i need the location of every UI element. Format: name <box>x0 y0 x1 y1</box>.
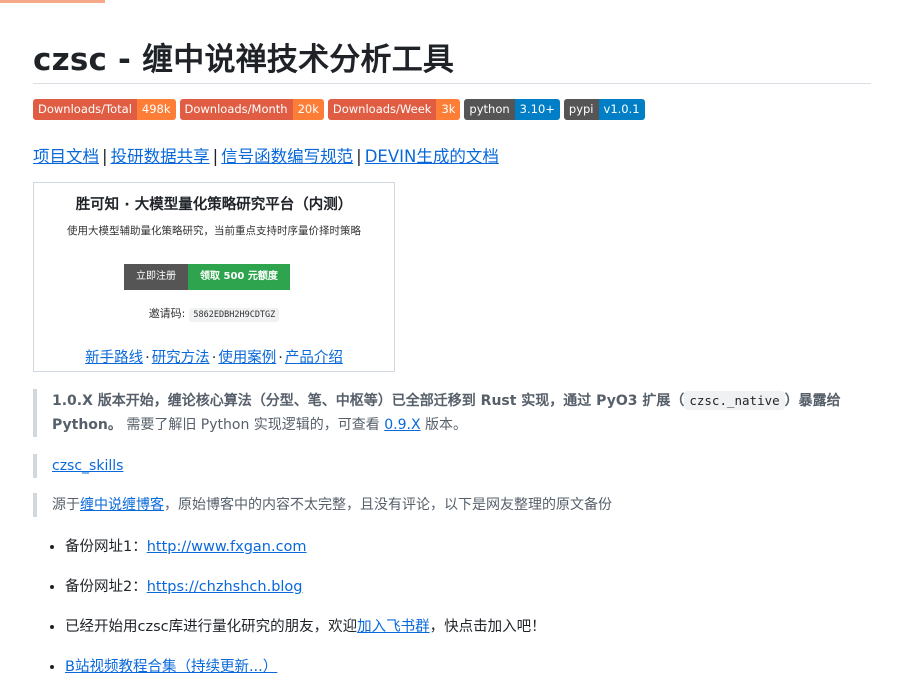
invite-code: 5862EDBH2H9CDTGZ <box>189 308 280 322</box>
link-backup-2[interactable]: https://chzhshch.blog <box>147 579 303 595</box>
badge-downloads-total[interactable]: Downloads/Total 498k <box>33 99 176 120</box>
page-title: czsc - 缠中说禅技术分析工具 <box>33 34 454 79</box>
badge-downloads-week[interactable]: Downloads/Week 3k <box>327 99 461 120</box>
rust-migration-notice: 1.0.X 版本开始，缠论核心算法（分型、笔、中枢等）已全部迁移到 Rust 实… <box>33 389 871 437</box>
link-research-method[interactable]: 研究方法 <box>152 350 210 366</box>
link-dot: · <box>211 350 217 366</box>
card-links: 新手路线 · 研究方法 · 使用案例 · 产品介绍 <box>34 346 394 367</box>
skills-quote: czsc_skills <box>33 454 123 478</box>
link-separator: | <box>102 147 108 166</box>
link-separator: | <box>356 147 362 166</box>
badge-pypi[interactable]: pypi v1.0.1 <box>563 99 645 120</box>
card-title: 胜可知 · 大模型量化策略研究平台（内测） <box>75 197 353 213</box>
link-research-data[interactable]: 投研数据共享 <box>111 147 210 166</box>
source-prefix: 源于 <box>52 497 80 513</box>
notice-tail: 版本。 <box>420 417 467 433</box>
list-item: B站视频教程合集（持续更新...） <box>65 653 546 693</box>
notice-bold-prefix: 1.0.X 版本开始，缠论核心算法（分型、笔、中枢等）已全部迁移到 Rust 实… <box>52 393 685 409</box>
link-blog[interactable]: 缠中说缠博客 <box>80 497 164 513</box>
link-beginner-route[interactable]: 新手路线 <box>85 350 143 366</box>
source-quote: 源于缠中说缠博客，原始博客中的内容不太完整，且没有评论，以下是网友整理的原文备份 <box>33 493 612 517</box>
link-backup-1[interactable]: http://www.fxgan.com <box>147 539 307 555</box>
badge-python[interactable]: python 3.10+ <box>464 99 560 120</box>
claim-credit-button[interactable]: 领取 500 元额度 <box>188 264 290 290</box>
badge-row: Downloads/Total 498k Downloads/Month 20k D… <box>33 99 645 120</box>
notice-text: 需要了解旧 Python 实现逻辑的，可查看 <box>121 417 385 433</box>
link-separator: | <box>212 147 219 166</box>
badge-downloads-month[interactable]: Downloads/Month 20k <box>179 99 324 120</box>
link-feishu-group[interactable]: 加入飞书群 <box>357 619 430 635</box>
link-dot: · <box>278 350 283 366</box>
register-button[interactable]: 立即注册 <box>124 264 188 290</box>
source-suffix: ，原始博客中的内容不太完整，且没有评论，以下是网友整理的原文备份 <box>164 497 612 513</box>
link-signal-spec[interactable]: 信号函数编写规范 <box>221 147 353 166</box>
card-button-row: 立即注册 领取 500 元额度 <box>124 264 290 290</box>
link-version-0-9-x[interactable]: 0.9.X <box>384 417 420 433</box>
link-product-intro[interactable]: 产品介绍 <box>285 350 343 366</box>
title-main: 缠中说禅技术分析工具 <box>142 42 455 78</box>
list-item: 已经开始用czsc库进行量化研究的朋友，欢迎加入飞书群，快点击加入吧！ <box>65 613 546 653</box>
link-use-cases[interactable]: 使用案例 <box>218 350 276 366</box>
link-dot: · <box>145 350 150 366</box>
title-prefix: czsc - <box>33 42 143 78</box>
title-divider <box>33 83 871 84</box>
list-item: 备份网址2：https://chzhshch.blog <box>65 573 546 613</box>
list-item: 备份网址1：http://www.fxgan.com <box>65 533 546 573</box>
link-project-docs[interactable]: 项目文档 <box>33 147 99 166</box>
top-accent-bar <box>0 0 105 3</box>
card-subtitle: 使用大模型辅助量化策略研究，当前重点支持时序量价择时策略 <box>67 225 361 237</box>
doc-links: 项目文档 | 投研数据共享 | 信号函数编写规范 | DEVIN生成的文档 <box>33 143 499 167</box>
link-czsc-skills[interactable]: czsc_skills <box>52 458 123 474</box>
link-devin-docs[interactable]: DEVIN生成的文档 <box>365 147 499 166</box>
resource-list: 备份网址1：http://www.fxgan.com 备份网址2：https:/… <box>33 533 546 693</box>
link-bilibili-tutorials[interactable]: B站视频教程合集（持续更新...） <box>65 659 277 675</box>
invite-code-row: 邀请码: 5862EDBH2H9CDTGZ <box>34 305 394 322</box>
platform-promo-card: 胜可知 · 大模型量化策略研究平台（内测） 使用大模型辅助量化策略研究，当前重点… <box>33 182 395 372</box>
native-module-code: czsc._native <box>684 391 785 410</box>
invite-label: 邀请码: <box>148 307 186 320</box>
